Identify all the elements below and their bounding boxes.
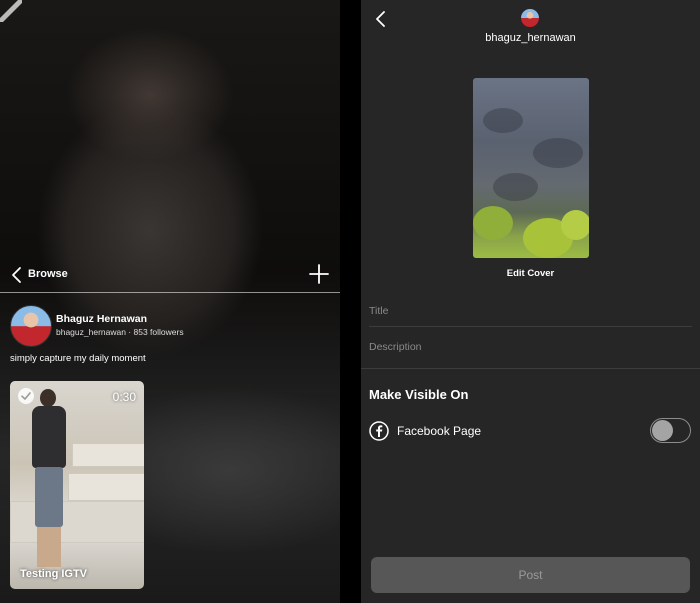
channel-name[interactable]: Bhaguz Hernawan <box>56 313 147 325</box>
check-circle-icon <box>18 388 34 404</box>
browse-label[interactable]: Browse <box>28 268 68 280</box>
thumbnail-person <box>35 467 63 527</box>
post-button[interactable]: Post <box>371 557 690 593</box>
back-chevron-icon[interactable] <box>10 266 24 284</box>
thumbnail-person <box>40 389 56 407</box>
plus-icon[interactable] <box>308 263 330 285</box>
browse-bar: Browse <box>0 262 340 292</box>
cover-texture <box>533 138 583 168</box>
title-input[interactable]: Title <box>369 305 691 317</box>
browse-divider <box>0 292 340 293</box>
facebook-page-label: Facebook Page <box>397 424 482 438</box>
thumbnail-shelf <box>10 501 144 543</box>
cover-foliage <box>561 210 589 240</box>
edit-cover-button[interactable]: Edit Cover <box>361 268 700 279</box>
video-thumbnail[interactable]: 0:30 Testing IGTV <box>10 381 144 589</box>
title-underline <box>369 326 692 327</box>
corner-glint-icon <box>0 0 22 22</box>
panel-separator <box>340 0 361 603</box>
channel-avatar[interactable] <box>10 305 52 347</box>
profile-avatar <box>521 9 539 27</box>
cover-foliage <box>473 206 513 240</box>
thumbnail-shelf <box>68 473 144 501</box>
cover-preview[interactable] <box>473 78 589 258</box>
back-chevron-icon[interactable] <box>374 10 388 28</box>
thumbnail-person <box>32 406 66 468</box>
thumbnail-person <box>37 527 61 567</box>
toggle-knob <box>652 420 673 441</box>
description-input[interactable]: Description <box>369 341 691 353</box>
video-duration: 0:30 <box>112 390 136 404</box>
facebook-page-toggle[interactable] <box>650 418 691 443</box>
igtv-browse-panel: Browse Bhaguz Hernawan bhaguz_hernawan ·… <box>0 0 340 603</box>
channel-bio: simply capture my daily moment <box>10 353 146 364</box>
facebook-icon <box>369 421 389 441</box>
video-title: Testing IGTV <box>20 568 88 580</box>
cover-texture <box>493 173 538 201</box>
make-visible-heading: Make Visible On <box>369 387 469 402</box>
profile-username: bhaguz_hernawan <box>485 32 576 44</box>
igtv-upload-panel: bhaguz_hernawan Edit Cover Title Descrip… <box>361 0 700 603</box>
channel-meta: bhaguz_hernawan · 853 followers <box>56 327 184 337</box>
cover-texture <box>483 108 523 133</box>
thumbnail-shelf <box>72 443 144 467</box>
section-divider <box>361 368 700 369</box>
